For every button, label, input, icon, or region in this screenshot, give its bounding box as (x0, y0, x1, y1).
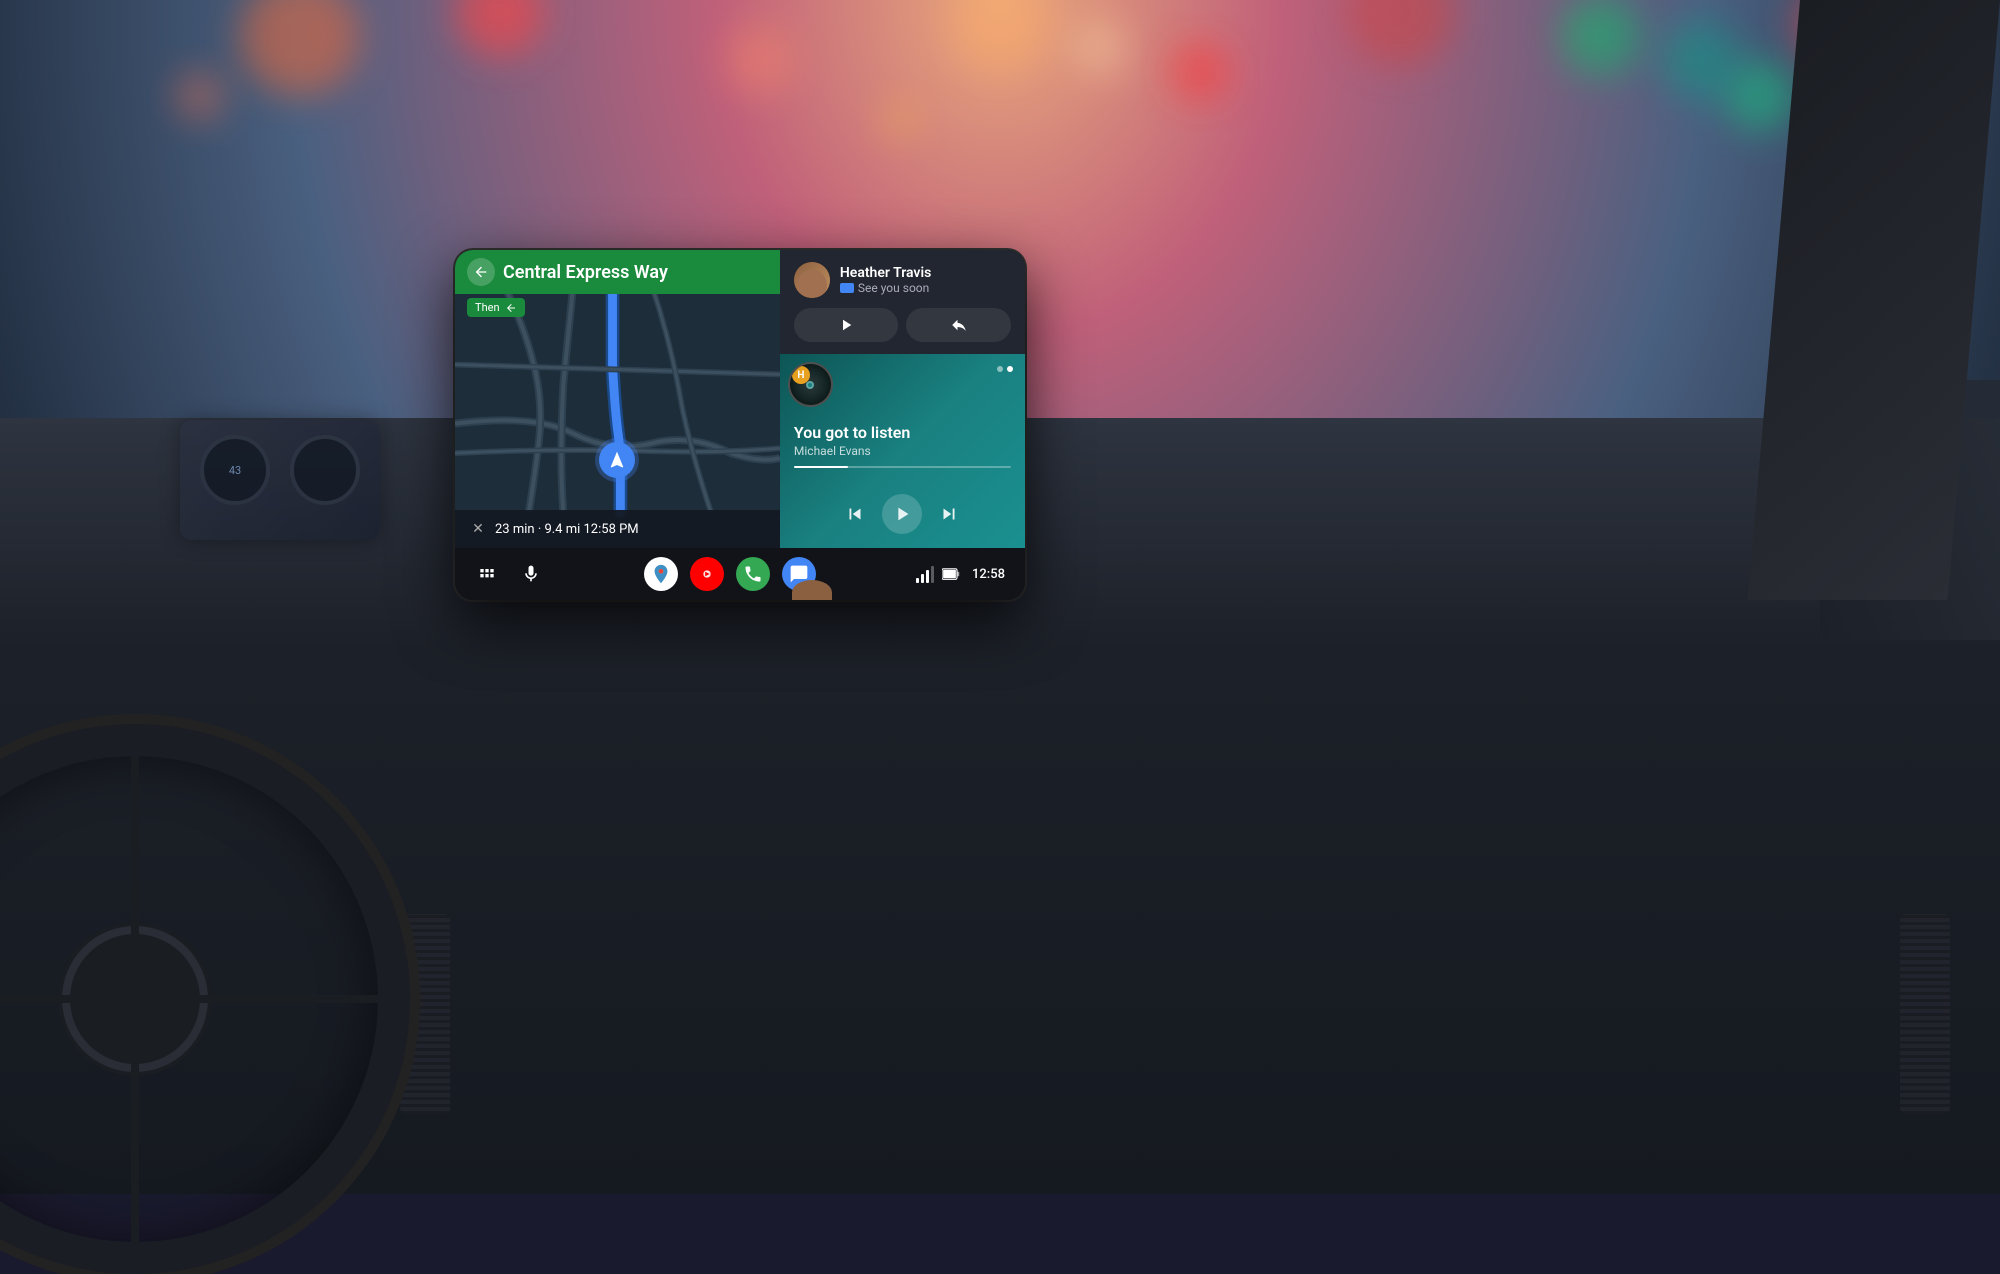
background-scene: 43 (0, 0, 2000, 1194)
maps-app-icon[interactable] (644, 557, 678, 591)
nav-then: Then (467, 298, 525, 317)
sender-name: Heather Travis (840, 265, 1011, 281)
song-title: You got to listen (794, 423, 1011, 442)
music-controls (794, 494, 1011, 534)
close-icon[interactable]: ✕ (469, 520, 487, 538)
turn-arrow-icon (467, 258, 495, 286)
bottom-bar-left (475, 562, 543, 586)
maps-panel[interactable]: Central Express Way Then (455, 250, 780, 548)
signal-indicator (916, 566, 934, 583)
eta-text: 23 min · 9.4 mi 12:58 PM (495, 522, 639, 537)
notification-text: Heather Travis See you soon (840, 265, 1011, 295)
previous-button[interactable] (844, 503, 866, 525)
progress-fill (794, 466, 848, 468)
play-button[interactable] (794, 308, 899, 342)
location-dot (599, 442, 635, 478)
message-app-icon (840, 283, 854, 293)
signal-bar-4 (931, 566, 934, 583)
next-button[interactable] (938, 503, 960, 525)
message-text: See you soon (858, 281, 929, 295)
android-auto-screen: Central Express Way Then (455, 250, 1025, 600)
speaker-grille-right (1900, 914, 1950, 1114)
map-background (455, 250, 780, 548)
notification-actions (794, 308, 1011, 342)
street-name: Central Express Way (503, 262, 768, 283)
signal-bar-1 (916, 578, 919, 583)
then-label: Then (475, 301, 500, 314)
music-card: H You got to listen Michael Evans (780, 354, 1025, 548)
album-art: H (788, 362, 833, 407)
music-info: You got to listen Michael Evans (794, 423, 1011, 468)
instrument-cluster: 43 (180, 420, 380, 540)
bottom-bar-right: 12:58 (916, 566, 1005, 583)
phone-app-icon[interactable] (736, 557, 770, 591)
screen-main: Central Express Way Then (455, 250, 1025, 548)
eta-distance: 9.4 mi (544, 522, 580, 537)
signal-bar-3 (926, 570, 929, 583)
nav-header: Central Express Way (455, 250, 780, 294)
microphone-icon[interactable] (519, 562, 543, 586)
progress-bar (794, 466, 1011, 468)
notification-message: See you soon (840, 281, 1011, 295)
map-svg (455, 250, 780, 548)
youtube-music-icon[interactable] (690, 557, 724, 591)
artist-name: Michael Evans (794, 444, 1011, 458)
battery-icon (942, 568, 960, 580)
right-panel: Heather Travis See you soon (780, 250, 1025, 548)
apps-grid-icon[interactable] (475, 562, 499, 586)
eta-time: 12:58 PM (584, 522, 639, 537)
eta-minutes: 23 min (495, 522, 535, 537)
bottom-bar-center (644, 557, 816, 591)
music-page-dots (997, 366, 1013, 372)
location-marker (599, 442, 635, 478)
notification-card: Heather Travis See you soon (780, 250, 1025, 354)
signal-bar-2 (921, 574, 924, 583)
notification-header: Heather Travis See you soon (794, 262, 1011, 298)
play-pause-button[interactable] (882, 494, 922, 534)
dot-2 (1007, 366, 1013, 372)
status-time: 12:58 (972, 567, 1005, 582)
contact-avatar (794, 262, 830, 298)
eta-bar[interactable]: ✕ 23 min · 9.4 mi 12:58 PM (455, 510, 780, 548)
bottom-bar: 12:58 (455, 548, 1025, 600)
dot-1 (997, 366, 1003, 372)
reply-button[interactable] (906, 308, 1011, 342)
